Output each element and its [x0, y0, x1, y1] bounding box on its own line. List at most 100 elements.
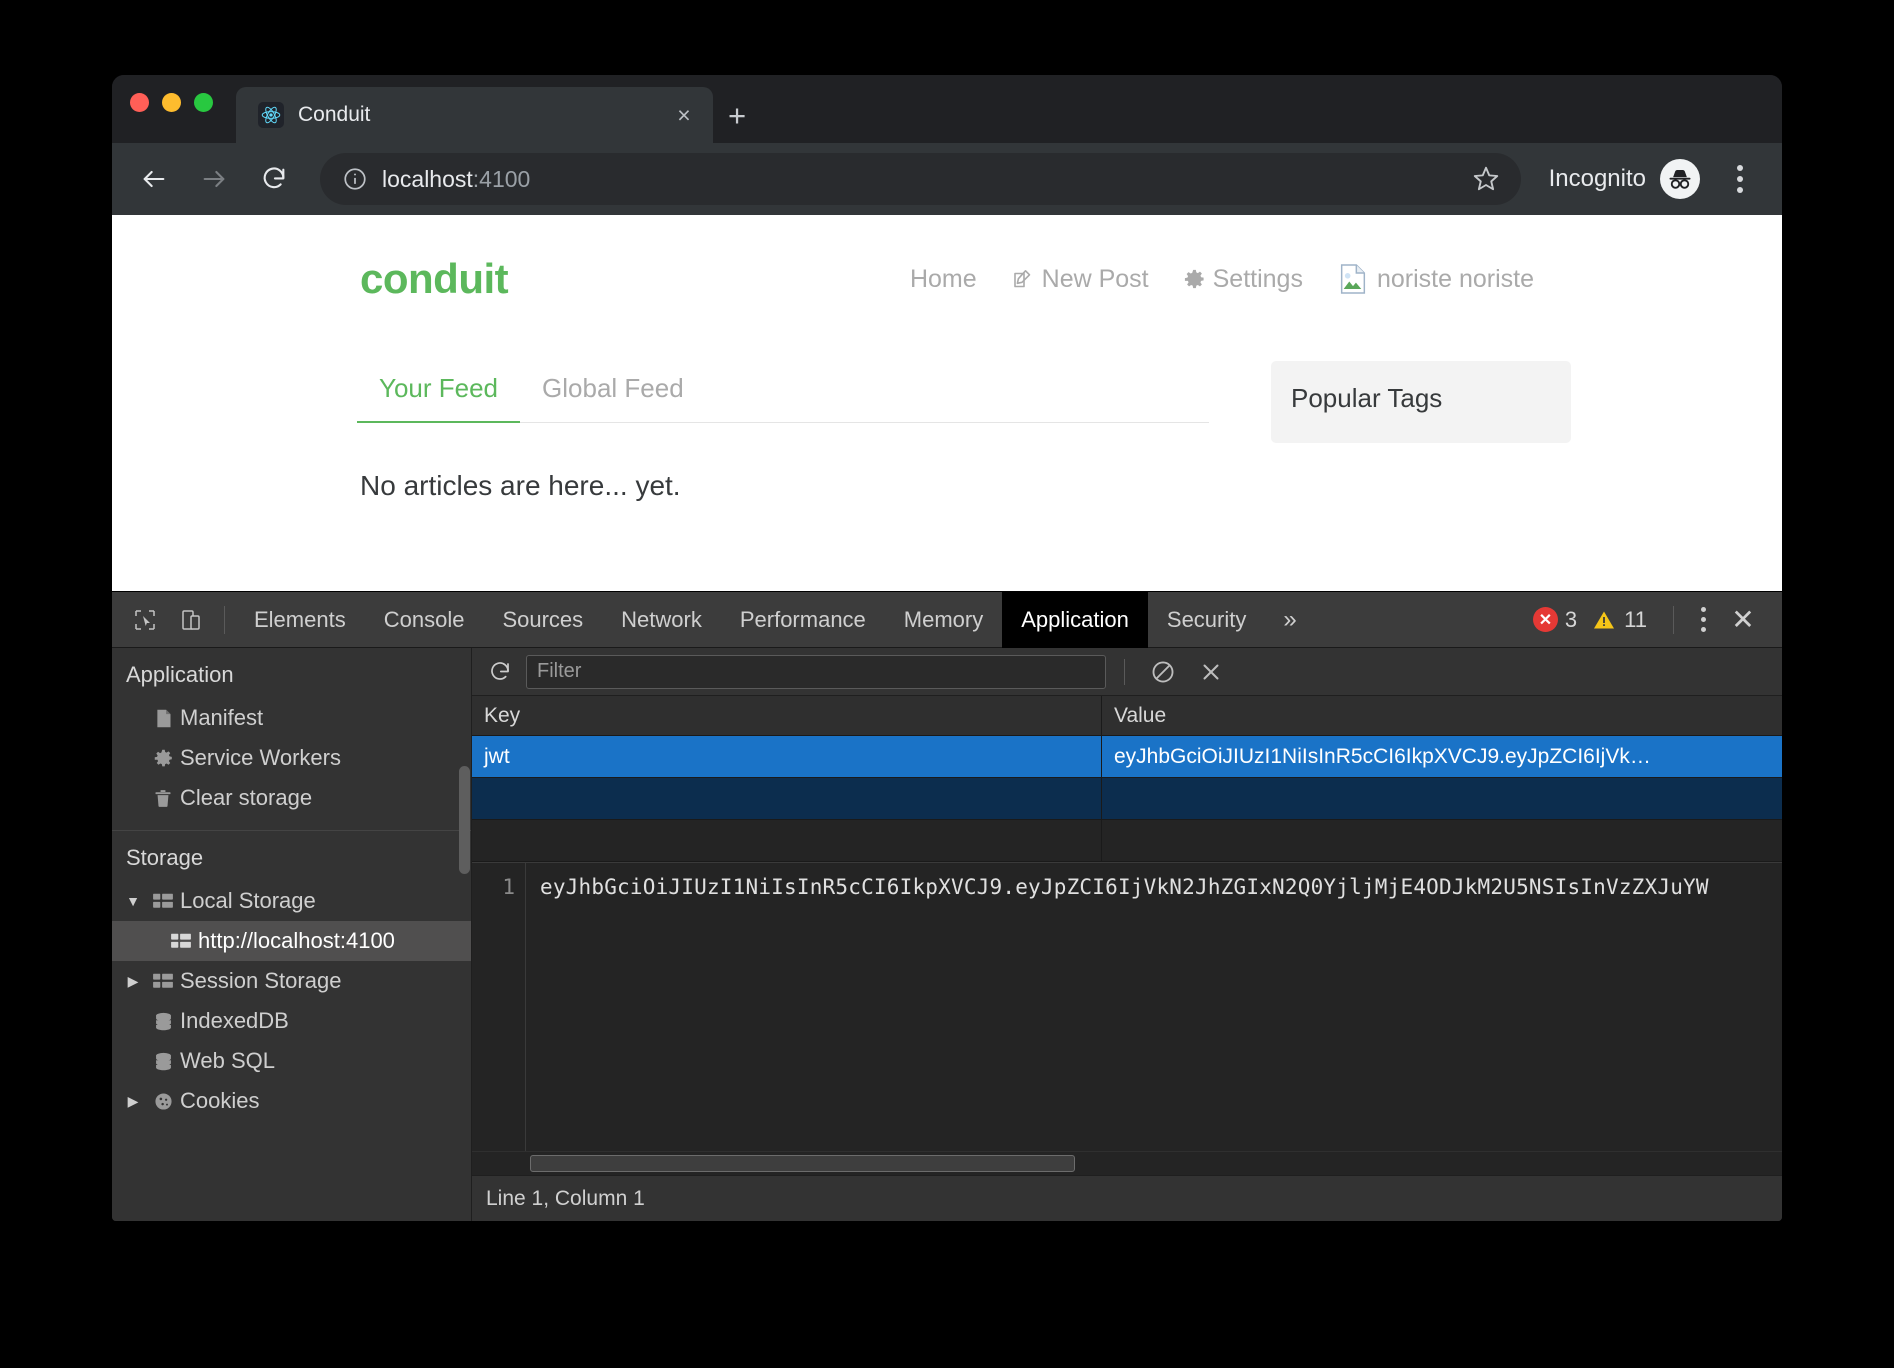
error-count-indicator[interactable]: ✕ 3: [1532, 607, 1577, 633]
feed-tab-global-feed[interactable]: Global Feed: [520, 361, 706, 423]
nav-link-profile[interactable]: noriste noriste: [1337, 263, 1534, 295]
trash-icon: [146, 788, 180, 809]
broken-image-icon: [1337, 263, 1369, 295]
feed-tab-your-feed[interactable]: Your Feed: [357, 361, 521, 423]
cookie-icon: [146, 1091, 180, 1112]
devtools-kebab-menu-icon[interactable]: [1686, 597, 1720, 643]
nav-link-settings-label: Settings: [1212, 264, 1303, 293]
devtools-tab-console[interactable]: Console: [365, 592, 484, 648]
devtools-tab-application[interactable]: Application: [1002, 591, 1148, 648]
table-row[interactable]: jwt eyJhbGciOiJIUzI1NiIsInR5cCI6IkpXVCJ9…: [472, 736, 1782, 778]
devtools-more-tabs-icon[interactable]: »: [1265, 606, 1314, 634]
no-entry-icon[interactable]: [1143, 652, 1183, 692]
forward-arrow-icon[interactable]: [186, 151, 242, 207]
sidebar-item-service-workers[interactable]: Service Workers: [112, 738, 471, 778]
devtools-tabbar: Elements Console Sources Network Perform…: [112, 591, 1782, 648]
conduit-navbar: conduit Home New Post Settings noriste n…: [357, 249, 1537, 309]
sidebar-item-localhost-origin[interactable]: http://localhost:4100: [112, 921, 471, 961]
gear-icon: [1183, 268, 1206, 291]
window-close-button[interactable]: [130, 93, 149, 112]
scrollbar-thumb[interactable]: [530, 1155, 1075, 1172]
table-icon: [164, 932, 198, 950]
row-value-cell: [1102, 820, 1782, 861]
browser-window: Conduit × + localhost:4100 Incognito con…: [112, 75, 1782, 1221]
sidebar-section-storage: Storage: [126, 845, 204, 870]
info-circle-icon[interactable]: [342, 166, 368, 192]
preview-status-bar: Line 1, Column 1: [472, 1175, 1782, 1221]
sidebar-item-cookies[interactable]: ▶ Cookies: [112, 1081, 471, 1121]
devtools-close-icon[interactable]: ✕: [1720, 597, 1766, 643]
browser-tab[interactable]: Conduit ×: [236, 87, 713, 143]
sidebar-item-indexeddb-label: IndexedDB: [180, 1008, 289, 1033]
new-tab-button[interactable]: +: [713, 87, 761, 143]
table-row-empty[interactable]: [472, 820, 1782, 862]
browser-tab-title: Conduit: [298, 103, 371, 126]
cursor-position-status: Line 1, Column 1: [486, 1186, 645, 1210]
nav-link-new-post[interactable]: New Post: [1011, 265, 1149, 294]
storage-table: Key Value jwt eyJhbGciOiJIUzI1NiIsInR5cC…: [472, 696, 1782, 862]
inspect-cursor-icon[interactable]: [122, 597, 168, 643]
window-zoom-button[interactable]: [194, 93, 213, 112]
gear-icon: [146, 748, 180, 769]
local-storage-panel: Key Value jwt eyJhbGciOiJIUzI1NiIsInR5cC…: [472, 648, 1782, 1221]
device-toggle-icon[interactable]: [168, 597, 214, 643]
address-bar[interactable]: localhost:4100: [320, 153, 1521, 205]
popular-tags-title: Popular Tags: [1291, 383, 1443, 413]
warning-count-indicator[interactable]: 11: [1591, 607, 1647, 633]
column-header-value[interactable]: Value: [1102, 696, 1782, 735]
chevron-down-icon[interactable]: ▼: [120, 893, 146, 909]
feed-area: Your Feed Global Feed No articles are he…: [357, 361, 1571, 502]
feed-tabs: Your Feed Global Feed: [357, 361, 1209, 423]
row-value-cell[interactable]: eyJhbGciOiJIUzI1NiIsInR5cCI6IkpXVCJ9.eyJ…: [1102, 736, 1782, 777]
window-traffic-lights: [130, 75, 213, 143]
nav-link-home[interactable]: Home: [910, 265, 977, 294]
react-logo-icon: [258, 102, 284, 128]
sidebar-item-manifest[interactable]: Manifest: [112, 698, 471, 738]
devtools-tab-security[interactable]: Security: [1148, 592, 1265, 648]
chevron-right-icon[interactable]: ▶: [120, 1093, 146, 1110]
kebab-menu-icon[interactable]: [1718, 153, 1762, 205]
refresh-icon[interactable]: [482, 654, 518, 690]
sidebar-item-cookies-label: Cookies: [180, 1088, 260, 1113]
page-viewport: conduit Home New Post Settings noriste n…: [112, 215, 1782, 591]
reload-icon[interactable]: [246, 151, 302, 207]
star-outline-icon[interactable]: [1465, 164, 1507, 194]
sidebar-item-local-storage[interactable]: ▼ Local Storage: [112, 881, 471, 921]
preview-code-area[interactable]: 1 eyJhbGciOiJIUzI1NiIsInR5cCI6IkpXVCJ9.e…: [472, 863, 1782, 1151]
address-bar-url: localhost:4100: [382, 166, 1451, 193]
chevron-right-icon[interactable]: ▶: [120, 973, 146, 990]
conduit-brand-logo[interactable]: conduit: [360, 255, 509, 303]
close-icon[interactable]: [1191, 652, 1231, 692]
preview-horizontal-scrollbar[interactable]: [472, 1151, 1782, 1175]
window-minimize-button[interactable]: [162, 93, 181, 112]
incognito-hat-glasses-icon[interactable]: [1660, 159, 1700, 199]
sidebar-item-session-storage[interactable]: ▶ Session Storage: [112, 961, 471, 1001]
column-header-key[interactable]: Key: [472, 696, 1102, 735]
row-key-cell[interactable]: [472, 778, 1102, 819]
devtools-tab-performance[interactable]: Performance: [721, 592, 885, 648]
nav-link-settings[interactable]: Settings: [1183, 265, 1303, 294]
filter-input[interactable]: [526, 654, 1106, 689]
devtools-tab-sources[interactable]: Sources: [483, 592, 602, 648]
nav-link-home-label: Home: [909, 264, 977, 293]
devtools-tab-elements[interactable]: Elements: [235, 592, 365, 648]
devtools-tab-memory[interactable]: Memory: [885, 592, 1002, 648]
back-arrow-icon[interactable]: [126, 151, 182, 207]
tab-close-icon[interactable]: ×: [671, 103, 697, 127]
sidebar-scrollbar[interactable]: [459, 766, 470, 874]
database-icon: [146, 1051, 180, 1072]
devtools-tab-network[interactable]: Network: [602, 592, 721, 648]
row-key-cell[interactable]: jwt: [472, 736, 1102, 777]
sidebar-item-manifest-label: Manifest: [180, 705, 264, 730]
devtools-status-area: ✕ 3 11 ✕: [1532, 597, 1782, 643]
sidebar-item-clear-storage[interactable]: Clear storage: [112, 778, 471, 818]
sidebar-item-indexeddb[interactable]: IndexedDB: [112, 1001, 471, 1041]
tab-strip: Conduit × +: [112, 75, 1782, 143]
table-row[interactable]: [472, 778, 1782, 820]
sidebar-item-localhost-origin-label: http://localhost:4100: [198, 928, 395, 953]
manifest-file-icon: [146, 708, 180, 729]
incognito-indicator[interactable]: Incognito: [1549, 159, 1700, 199]
row-value-cell[interactable]: [1102, 778, 1782, 819]
toolbar-divider: [224, 605, 225, 634]
sidebar-item-web-sql[interactable]: Web SQL: [112, 1041, 471, 1081]
